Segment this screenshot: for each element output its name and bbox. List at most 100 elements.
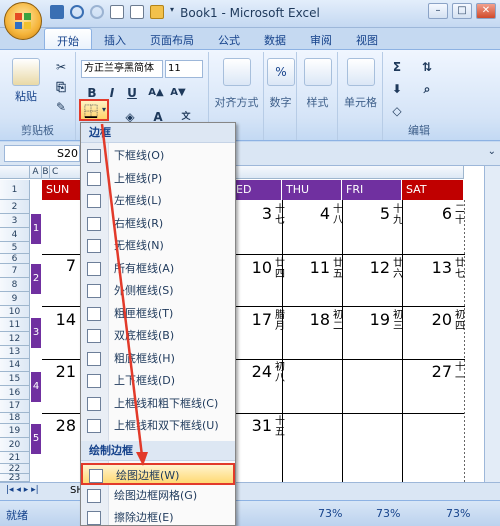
styles-button[interactable] — [304, 58, 332, 88]
border-dropdown-button[interactable]: ▾ — [79, 99, 109, 121]
zoom-level[interactable]: 73% — [318, 507, 342, 520]
menu-item-border[interactable]: 上框线和双下框线(U) — [81, 415, 235, 437]
select-all-corner[interactable] — [0, 166, 30, 179]
calendar-date: 5 — [379, 204, 390, 223]
alignment-button[interactable] — [220, 58, 254, 88]
font-size-select[interactable]: 11 — [165, 60, 203, 78]
sort-filter-icon[interactable]: ⇅ — [418, 58, 436, 76]
number-label: 数字 — [269, 96, 292, 109]
row-header[interactable]: 13 — [0, 346, 30, 359]
menu-item-draw-border[interactable]: 绘图边框(W) — [81, 463, 235, 485]
number-group: % 数字 — [265, 52, 297, 140]
fill-icon[interactable]: ⬇ — [388, 80, 406, 98]
align-icon — [223, 58, 251, 86]
find-select-icon[interactable]: ⌕ — [418, 80, 436, 98]
vertical-scrollbar[interactable] — [484, 166, 500, 482]
zoom-level[interactable]: 73% — [446, 507, 470, 520]
calendar-date: 28 — [55, 416, 76, 435]
menu-item-draw-option[interactable]: 擦除边框(E) — [81, 507, 235, 526]
row-header[interactable]: 8 — [0, 278, 30, 292]
menu-item-border[interactable]: 粗匣框线(T) — [81, 303, 235, 325]
row-header[interactable]: 1 — [0, 180, 30, 200]
calendar-date: 3 — [261, 204, 272, 223]
row-header[interactable]: 11 — [0, 318, 30, 332]
menu-item-label: 绘图边框网格(G) — [114, 489, 198, 502]
row-header[interactable]: 6 — [0, 254, 30, 264]
font-name-select[interactable]: 方正兰亭黑简体 — [81, 60, 163, 78]
maximize-button[interactable]: □ — [452, 3, 472, 19]
tab-insert[interactable]: 插入 — [92, 28, 138, 50]
row-header[interactable]: 16 — [0, 386, 30, 400]
format-painter-icon[interactable]: ✎ — [52, 98, 70, 116]
tab-home[interactable]: 开始 — [44, 28, 92, 50]
editing-group-label: 编辑 — [408, 124, 430, 137]
name-box[interactable]: S20 — [4, 145, 80, 162]
worksheet[interactable]: A B C 1 2 3 4 5 6 7 8 9 10 11 12 13 14 15 16 17 18 19 20 21 2… — [0, 166, 500, 482]
menu-item-border[interactable]: 上下框线(D) — [81, 370, 235, 392]
sheet-nav-arrows[interactable]: |◂ ◂ ▸ ▸| — [6, 485, 39, 495]
row-header[interactable]: 23 — [0, 474, 30, 482]
row-header[interactable]: 4 — [0, 228, 30, 242]
menu-item-border[interactable]: 上框线和粗下框线(C) — [81, 393, 235, 415]
row-header[interactable]: 9 — [0, 292, 30, 306]
office-button[interactable] — [4, 2, 42, 40]
ribbon-tabs: 开始 插入 页面布局 公式 数据 审阅 视图 — [44, 28, 390, 50]
tab-data[interactable]: 数据 — [252, 28, 298, 50]
eraser-icon — [87, 511, 101, 525]
grow-font-icon[interactable]: A▲ — [147, 84, 165, 102]
cut-icon[interactable]: ✂ — [52, 58, 70, 76]
menu-item-border[interactable]: 右框线(R) — [81, 213, 235, 235]
menu-item-label: 右框线(R) — [114, 216, 164, 230]
row-header[interactable]: 15 — [0, 372, 30, 386]
print-area-boundary — [464, 200, 465, 482]
row-header[interactable]: 14 — [0, 359, 30, 372]
column-header[interactable]: A — [30, 166, 42, 179]
paste-label: 粘贴 — [15, 90, 37, 103]
minimize-button[interactable]: – — [428, 3, 448, 19]
column-header[interactable]: B — [42, 166, 50, 179]
menu-item-draw-option[interactable]: 绘图边框网格(G) — [81, 485, 235, 507]
menu-item-border[interactable]: 上框线(P) — [81, 168, 235, 190]
close-button[interactable]: ✕ — [476, 3, 496, 19]
menu-item-border[interactable]: 左框线(L) — [81, 190, 235, 212]
menu-item-border[interactable]: 外侧框线(S) — [81, 280, 235, 302]
copy-icon[interactable]: ⎘ — [52, 78, 70, 96]
row-header[interactable]: 2 — [0, 200, 30, 214]
tab-view[interactable]: 视图 — [344, 28, 390, 50]
menu-item-label: 所有框线(A) — [114, 261, 175, 275]
tab-formulas[interactable]: 公式 — [206, 28, 252, 50]
row-header[interactable]: 19 — [0, 424, 30, 438]
row-header[interactable]: 21 — [0, 452, 30, 464]
row-header[interactable]: 12 — [0, 332, 30, 346]
paste-icon — [12, 58, 40, 86]
shrink-font-icon[interactable]: A▼ — [169, 84, 187, 102]
styles-icon — [304, 58, 332, 86]
cells-button[interactable] — [347, 58, 375, 88]
expand-formula-icon[interactable]: ⌄ — [488, 146, 496, 157]
row-header[interactable]: 10 — [0, 306, 30, 318]
tab-page-layout[interactable]: 页面布局 — [138, 28, 206, 50]
border-style-icon — [87, 171, 101, 186]
underline-button[interactable]: U — [123, 84, 141, 102]
menu-item-border[interactable]: 所有框线(A) — [81, 258, 235, 280]
menu-item-border[interactable]: 粗底框线(H) — [81, 348, 235, 370]
menu-item-border[interactable]: 双底框线(B) — [81, 325, 235, 347]
clear-icon[interactable]: ◇ — [388, 102, 406, 120]
row-header[interactable]: 17 — [0, 400, 30, 413]
menu-item-border[interactable]: 下框线(O) — [81, 145, 235, 167]
title-bar: ▾ Book1 - Microsoft Excel – □ ✕ — [0, 0, 500, 28]
week-number: 4 — [31, 372, 41, 402]
row-header[interactable]: 7 — [0, 264, 30, 278]
number-button[interactable]: % — [267, 58, 295, 88]
zoom-level[interactable]: 73% — [376, 507, 400, 520]
row-header[interactable]: 18 — [0, 413, 30, 424]
row-header[interactable]: 5 — [0, 242, 30, 254]
menu-item-border[interactable]: 无框线(N) — [81, 235, 235, 257]
row-header[interactable]: 20 — [0, 438, 30, 452]
menu-item-label: 绘图边框(W) — [116, 469, 180, 482]
border-dropdown-menu: 边框 下框线(O) 上框线(P) 左框线(L) 右框线(R) 无框线(N) 所有框线(A)… — [80, 122, 236, 526]
autosum-icon[interactable]: Σ — [388, 58, 406, 76]
row-header[interactable]: 3 — [0, 214, 30, 228]
tab-review[interactable]: 审阅 — [298, 28, 344, 50]
paste-button[interactable]: 粘贴 — [8, 58, 44, 104]
